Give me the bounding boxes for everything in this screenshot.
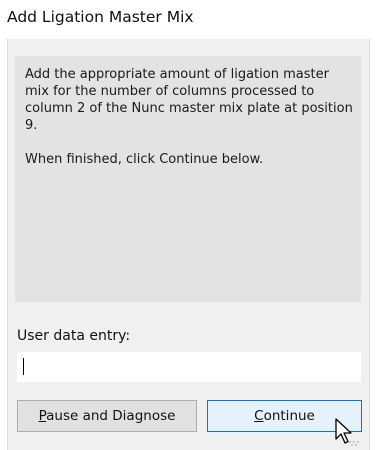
instruction-paragraph-2: When finished, click Continue below. [25, 152, 264, 167]
pause-button-label: ause and Diagnose [46, 408, 176, 424]
user-data-entry-input[interactable] [17, 352, 361, 382]
continue-button-mnemonic: C [254, 408, 264, 424]
instruction-text: Add the appropriate amount of ligation m… [25, 66, 355, 185]
title-bar[interactable]: Add Ligation Master Mix [0, 0, 375, 39]
instruction-panel: Add the appropriate amount of ligation m… [15, 56, 361, 302]
window-title: Add Ligation Master Mix [7, 8, 194, 26]
dialog-content: Add the appropriate amount of ligation m… [7, 39, 370, 450]
text-caret [23, 358, 24, 375]
dialog-window: Add Ligation Master Mix Add the appropri… [0, 0, 375, 450]
cursor-arrow-icon [335, 418, 359, 446]
pause-and-diagnose-button[interactable]: Pause and Diagnose [17, 400, 197, 432]
continue-button-label: ontinue [263, 408, 315, 424]
pause-button-mnemonic: P [38, 408, 47, 424]
instruction-paragraph-1: Add the appropriate amount of ligation m… [25, 67, 353, 133]
user-data-entry-label: User data entry: [17, 328, 131, 344]
